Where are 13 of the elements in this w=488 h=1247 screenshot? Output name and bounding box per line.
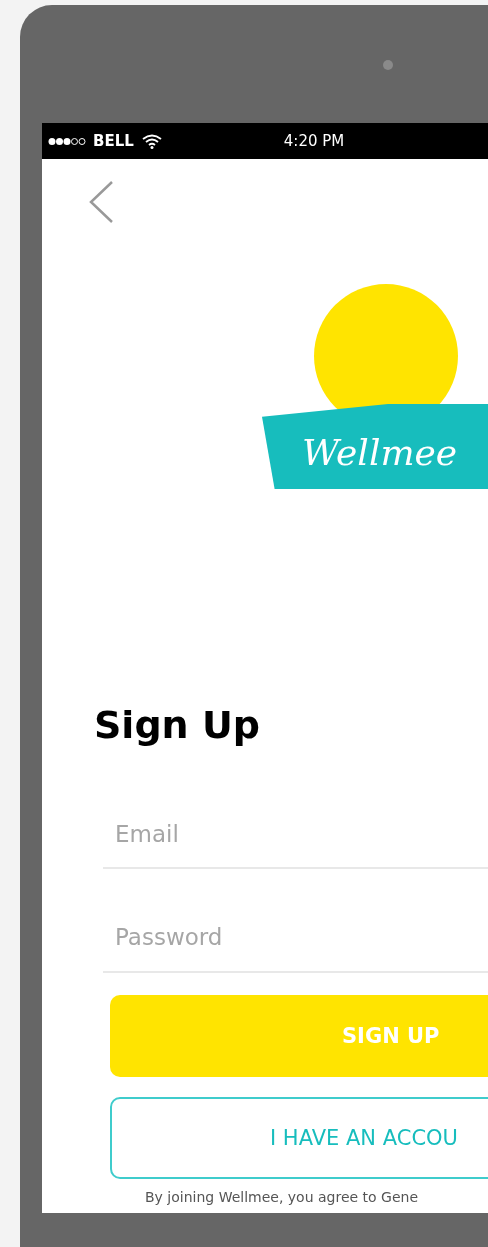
terms-text: By joining Wellmee, you agree to Gene	[145, 1189, 420, 1205]
carrier-label: BELL	[93, 132, 134, 150]
logo: Wellmee	[262, 281, 488, 489]
back-icon[interactable]	[88, 181, 114, 223]
wifi-icon	[141, 133, 162, 149]
page-title: Sign Up	[94, 702, 261, 749]
signal-icon	[48, 136, 86, 146]
input-field[interactable]: Password	[103, 903, 488, 973]
input-field[interactable]: Email	[103, 801, 488, 869]
sign-up-button[interactable]: SIGN UP	[110, 995, 488, 1077]
camera-dot	[383, 60, 393, 70]
status-time: 4:20 PM	[283, 132, 345, 150]
account-button[interactable]: I HAVE AN ACCOU	[110, 1097, 488, 1179]
